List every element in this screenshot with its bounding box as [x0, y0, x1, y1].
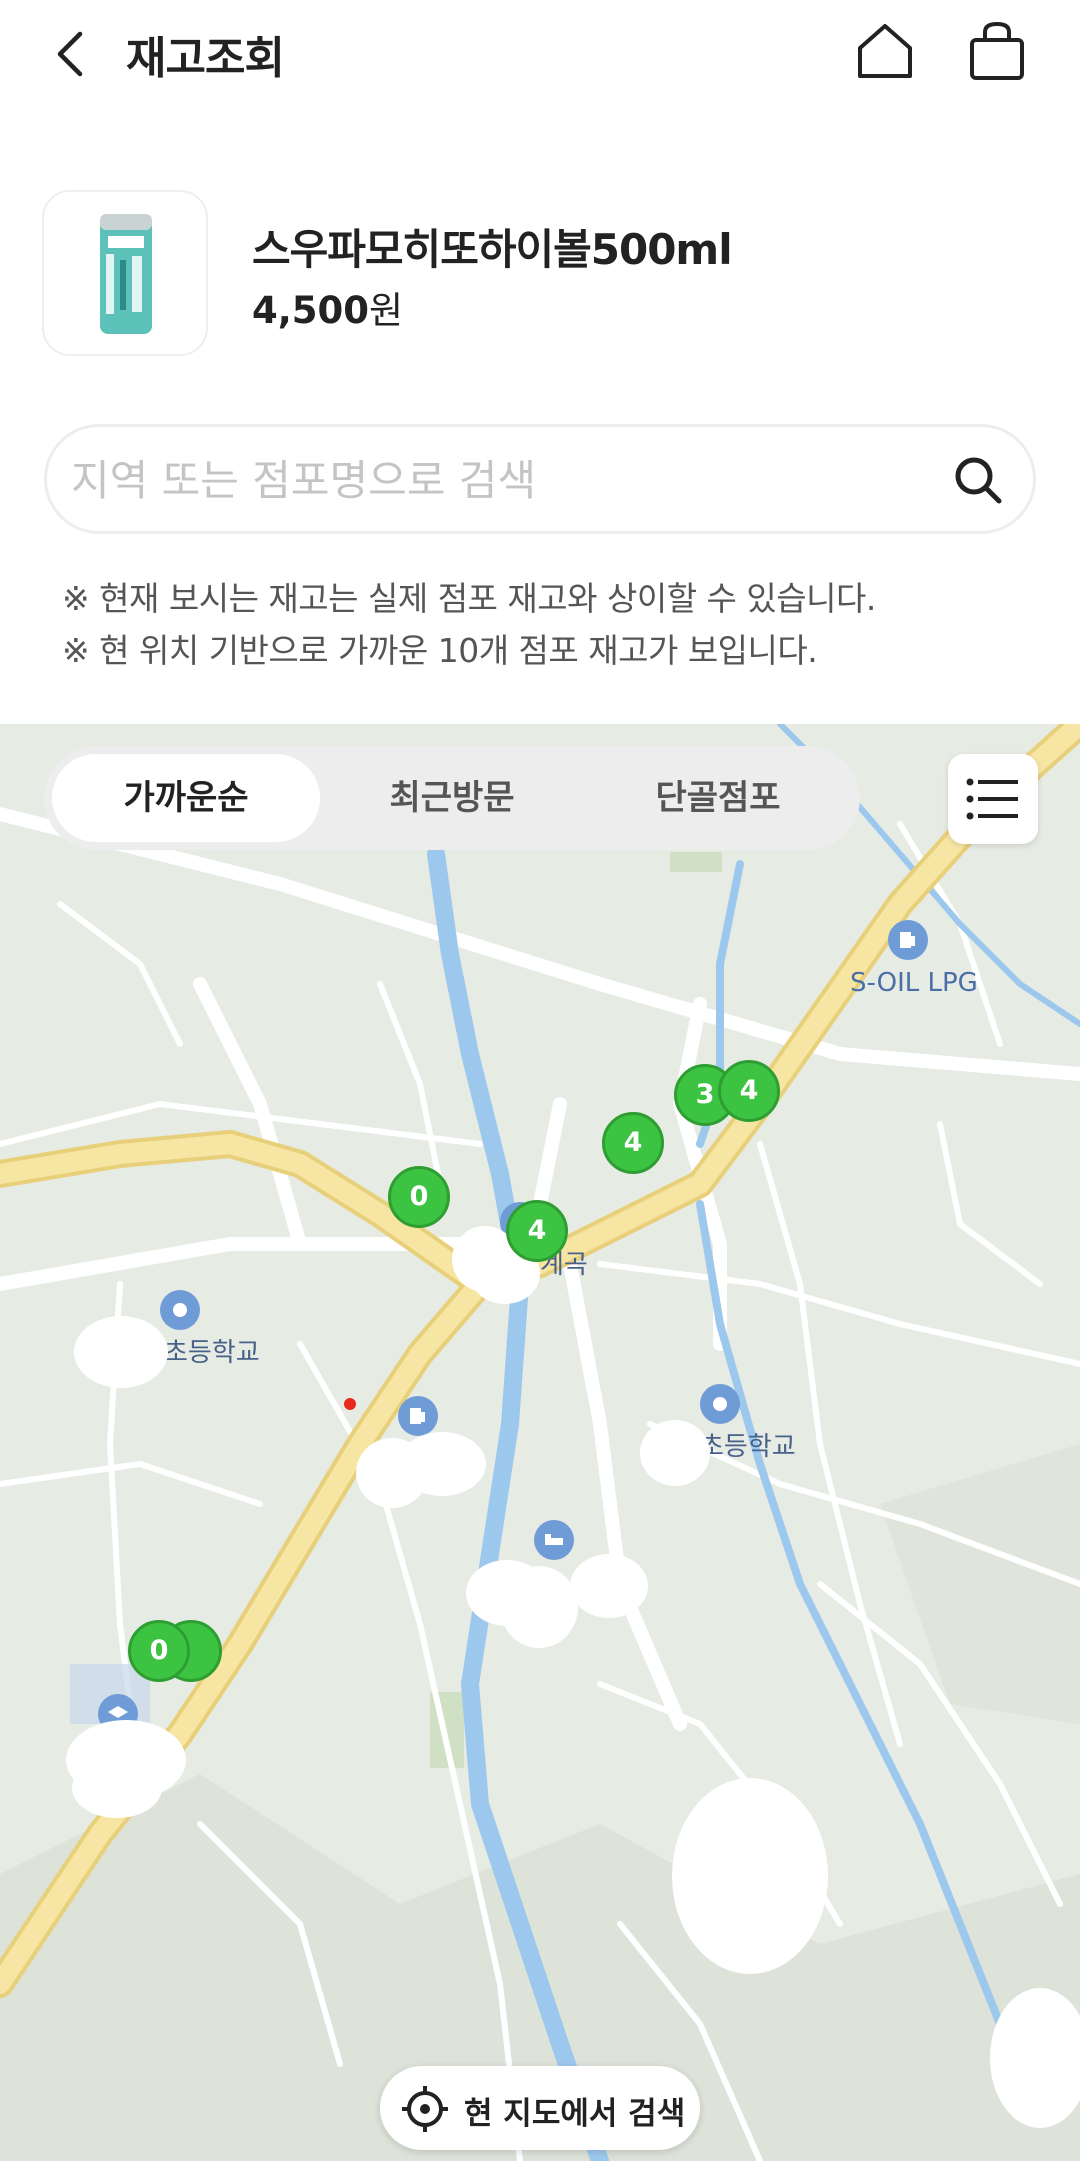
map-blob	[398, 1432, 486, 1496]
map-label-school-1: 초등학교	[164, 1338, 260, 1368]
store-map[interactable]: S-OIL LPG 초등학교 초등학교 계곡 3 4 4 0 4 0 가까운순 …	[0, 724, 1080, 2161]
map-blob	[500, 1566, 578, 1648]
store-marker[interactable]: 4	[602, 1112, 664, 1174]
tab-recent-visit[interactable]: 최근방문	[318, 754, 586, 842]
map-blob	[570, 1554, 648, 1618]
hotel-icon	[534, 1520, 574, 1560]
header: 재고조회	[0, 0, 1080, 110]
product-image	[42, 190, 208, 356]
gas-station-icon	[888, 920, 928, 960]
map-blob	[640, 1420, 710, 1486]
store-marker[interactable]: 0	[128, 1620, 190, 1682]
shopping-bag-button[interactable]	[964, 18, 1030, 84]
store-marker[interactable]: 0	[388, 1166, 450, 1228]
tab-nearest[interactable]: 가까운순	[52, 754, 320, 842]
search-this-area-button[interactable]: 현 지도에서 검색	[380, 2066, 700, 2150]
crosshair-icon	[402, 2086, 448, 2132]
chevron-left-icon	[57, 31, 83, 77]
page-title: 재고조회	[126, 33, 285, 84]
gas-station-icon	[398, 1396, 438, 1436]
price-value: 4,500	[252, 289, 370, 332]
home-button[interactable]	[852, 18, 918, 84]
shopping-bag-icon	[970, 21, 1024, 80]
map-blob	[672, 1778, 828, 1974]
map-label-school-2: 초등학교	[700, 1432, 796, 1462]
product-price: 4,500원	[252, 280, 403, 334]
notice-stock-difference: ※ 현재 보시는 재고는 실제 점포 재고와 상이할 수 있습니다.	[62, 579, 876, 618]
search-this-area-label: 현 지도에서 검색	[464, 2096, 686, 2132]
back-button[interactable]	[44, 24, 104, 84]
store-marker[interactable]: 4	[718, 1060, 780, 1122]
price-unit: 원	[369, 289, 404, 332]
home-icon	[858, 24, 912, 78]
map-blob	[74, 1316, 168, 1388]
school-icon	[700, 1384, 740, 1424]
product-name: 스우파모히또하이볼500ml	[252, 225, 733, 274]
current-location-dot	[344, 1398, 356, 1410]
search-bar	[44, 424, 1036, 534]
search-icon[interactable]	[951, 453, 1005, 507]
map-blob	[72, 1758, 162, 1818]
list-icon	[966, 778, 1018, 820]
sort-tabs: 가까운순 최근방문 단골점포	[44, 746, 860, 850]
tab-favorite-stores[interactable]: 단골점포	[584, 754, 852, 842]
map-blob	[990, 1988, 1080, 2128]
store-marker[interactable]: 4	[506, 1200, 568, 1262]
notice-nearby-stores: ※ 현 위치 기반으로 가까운 10개 점포 재고가 보입니다.	[62, 631, 818, 670]
school-icon	[160, 1290, 200, 1330]
search-input[interactable]	[69, 449, 923, 511]
map-label-lpg: S-OIL LPG	[850, 968, 978, 998]
list-view-button[interactable]	[948, 754, 1038, 844]
can-image	[100, 214, 152, 334]
